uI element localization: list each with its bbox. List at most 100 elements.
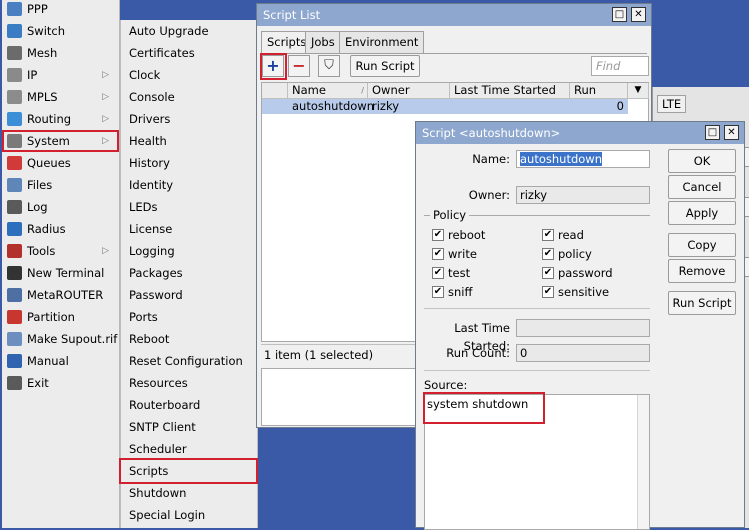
main-menu-item-ppp[interactable]: PPP bbox=[2, 0, 119, 20]
main-menu-item-exit[interactable]: Exit bbox=[2, 372, 119, 394]
cancel-button[interactable]: Cancel bbox=[668, 175, 736, 199]
main-menu-item-label: MetaROUTER bbox=[27, 288, 104, 302]
policy-checkbox-label: write bbox=[448, 247, 477, 261]
submenu-item-routerboard[interactable]: Routerboard bbox=[121, 394, 257, 416]
submenu-item-resources[interactable]: Resources bbox=[121, 372, 257, 394]
column-header-last-time-started[interactable]: Last Time Started bbox=[450, 83, 570, 99]
policy-checkbox-policy[interactable]: ✔ bbox=[542, 248, 554, 260]
main-menu-item-label: PPP bbox=[27, 2, 48, 16]
main-menu-item-queues[interactable]: Queues bbox=[2, 152, 119, 174]
main-menu-item-routing[interactable]: Routing ▷ bbox=[2, 108, 119, 130]
exit-icon bbox=[7, 376, 22, 390]
maximize-button[interactable]: □ bbox=[612, 7, 627, 22]
policy-checkbox-test[interactable]: ✔ bbox=[432, 267, 444, 279]
tab-lte[interactable]: LTE bbox=[657, 95, 687, 113]
submenu-item-password[interactable]: Password bbox=[121, 284, 257, 306]
owner-field[interactable]: rizky bbox=[516, 186, 650, 204]
policy-checkbox-reboot[interactable]: ✔ bbox=[432, 229, 444, 241]
policy-checkbox-label: read bbox=[558, 228, 584, 242]
submenu-item-reboot[interactable]: Reboot bbox=[121, 328, 257, 350]
submenu-item-scheduler[interactable]: Scheduler bbox=[121, 438, 257, 460]
main-menu-item-manual[interactable]: Manual bbox=[2, 350, 119, 372]
policy-checkbox-write[interactable]: ✔ bbox=[432, 248, 444, 260]
script-list-titlebar[interactable]: Script List □ ✕ bbox=[257, 4, 651, 26]
submenu-item-auto-upgrade[interactable]: Auto Upgrade bbox=[121, 20, 257, 42]
tab-environment[interactable]: Environment bbox=[339, 31, 425, 53]
divider bbox=[424, 370, 650, 371]
main-menu-item-label: Exit bbox=[27, 376, 49, 390]
radius-icon bbox=[7, 222, 22, 236]
column-header-owner[interactable]: Owner bbox=[368, 83, 450, 99]
policy-checkbox-label: test bbox=[448, 266, 471, 280]
source-highlight bbox=[423, 392, 545, 424]
main-menu-item-metarouter[interactable]: MetaROUTER bbox=[2, 284, 119, 306]
submenu-item-ports[interactable]: Ports bbox=[121, 306, 257, 328]
main-menu-item-new-terminal[interactable]: New Terminal bbox=[2, 262, 119, 284]
column-chooser-dropdown-icon[interactable]: ▼ bbox=[628, 83, 649, 99]
maximize-button[interactable]: □ bbox=[705, 125, 720, 140]
main-menu-item-mesh[interactable]: Mesh bbox=[2, 42, 119, 64]
scripts-item-highlight bbox=[119, 458, 258, 484]
main-menu-item-system[interactable]: System ▷ bbox=[2, 130, 119, 152]
close-button[interactable]: ✕ bbox=[631, 7, 646, 22]
run-count-field[interactable]: 0 bbox=[516, 344, 650, 362]
name-label: Name: bbox=[472, 152, 510, 166]
submenu-item-sntp-client[interactable]: SNTP Client bbox=[121, 416, 257, 438]
filter-button[interactable]: ⛉ bbox=[318, 55, 340, 77]
run-count-label: Run Count: bbox=[446, 346, 510, 360]
run-script-toolbar-button[interactable]: Run Script bbox=[350, 55, 420, 77]
main-menu-item-ip[interactable]: IP ▷ bbox=[2, 64, 119, 86]
policy-checkbox-password[interactable]: ✔ bbox=[542, 267, 554, 279]
policy-checkbox-read[interactable]: ✔ bbox=[542, 229, 554, 241]
tab-jobs[interactable]: Jobs bbox=[305, 31, 341, 53]
submenu-item-shutdown[interactable]: Shutdown bbox=[121, 482, 257, 504]
submenu-item-certificates[interactable]: Certificates bbox=[121, 42, 257, 64]
terminal-icon bbox=[7, 266, 22, 280]
run-script-button[interactable]: Run Script bbox=[668, 291, 736, 315]
switch-icon bbox=[7, 24, 22, 38]
submenu-item-special-login[interactable]: Special Login bbox=[121, 504, 257, 526]
column-header-run-count[interactable]: Run Count bbox=[570, 83, 628, 112]
script-dialog-titlebar[interactable]: Script <autoshutdown> □ ✕ bbox=[416, 122, 744, 144]
submenu-item-license[interactable]: License bbox=[121, 218, 257, 240]
submenu-item-console[interactable]: Console bbox=[121, 86, 257, 108]
submenu-item-identity[interactable]: Identity bbox=[121, 174, 257, 196]
source-scrollbar[interactable] bbox=[637, 395, 649, 529]
copy-button[interactable]: Copy bbox=[668, 233, 736, 257]
column-header-name[interactable]: Name / bbox=[288, 83, 368, 99]
main-menu-item-make-supout-rif[interactable]: Make Supout.rif bbox=[2, 328, 119, 350]
main-menu-item-mpls[interactable]: MPLS ▷ bbox=[2, 86, 119, 108]
main-menu-item-log[interactable]: Log bbox=[2, 196, 119, 218]
submenu-item-health[interactable]: Health bbox=[121, 130, 257, 152]
last-time-started-field[interactable] bbox=[516, 319, 650, 337]
ok-button[interactable]: OK bbox=[668, 149, 736, 173]
submenu-item-logging[interactable]: Logging bbox=[121, 240, 257, 262]
apply-button[interactable]: Apply bbox=[668, 201, 736, 225]
name-field[interactable]: autoshutdown bbox=[516, 150, 650, 168]
main-menu-item-tools[interactable]: Tools ▷ bbox=[2, 240, 119, 262]
submenu-item-reset-configuration[interactable]: Reset Configuration bbox=[121, 350, 257, 372]
submenu-item-history[interactable]: History bbox=[121, 152, 257, 174]
remove-button[interactable]: Remove bbox=[668, 259, 736, 283]
column-header-spacer bbox=[262, 83, 288, 99]
submenu-item-leds[interactable]: LEDs bbox=[121, 196, 257, 218]
main-menu-item-partition[interactable]: Partition bbox=[2, 306, 119, 328]
tools-icon bbox=[7, 244, 22, 258]
main-menu-item-radius[interactable]: Radius bbox=[2, 218, 119, 240]
main-menu-item-files[interactable]: Files bbox=[2, 174, 119, 196]
find-input[interactable]: Find bbox=[591, 56, 649, 76]
main-menu-item-label: Routing bbox=[27, 112, 72, 126]
main-menu-item-label: MPLS bbox=[27, 90, 58, 104]
remove-script-button[interactable]: − bbox=[288, 55, 310, 77]
mesh-icon bbox=[7, 46, 22, 60]
policy-checkbox-label: reboot bbox=[448, 228, 486, 242]
close-button[interactable]: ✕ bbox=[724, 125, 739, 140]
submenu-item-clock[interactable]: Clock bbox=[121, 64, 257, 86]
submenu-item-drivers[interactable]: Drivers bbox=[121, 108, 257, 130]
metarouter-icon bbox=[7, 288, 22, 302]
policy-checkbox-sniff[interactable]: ✔ bbox=[432, 286, 444, 298]
submenu-item-packages[interactable]: Packages bbox=[121, 262, 257, 284]
policy-checkbox-sensitive[interactable]: ✔ bbox=[542, 286, 554, 298]
table-cell-last-started bbox=[450, 99, 570, 114]
main-menu-item-switch[interactable]: Switch bbox=[2, 20, 119, 42]
